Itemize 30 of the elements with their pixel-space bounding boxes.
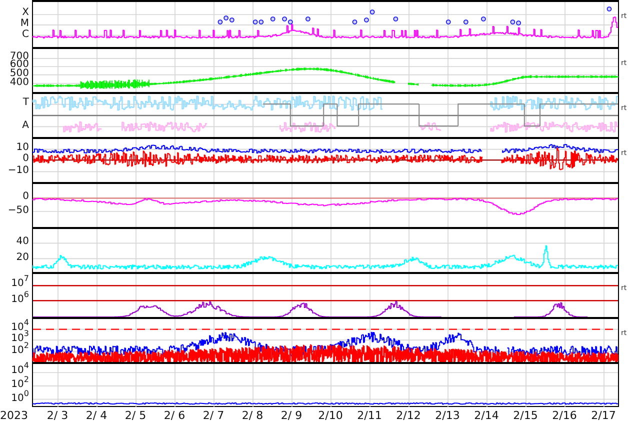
date-label: 2/14 (473, 409, 500, 422)
axis-label: 10 (16, 142, 29, 153)
date-label: 2/16 (551, 409, 578, 422)
axis-label: T (22, 98, 29, 108)
axis-label: A (22, 121, 29, 132)
axis-label: 40 (16, 236, 29, 247)
date-label: 2/12 (395, 409, 422, 422)
axis-label: 0 (22, 154, 29, 164)
date-label: 2/11 (356, 409, 383, 422)
axis-label: 400 (10, 78, 29, 88)
axis-label: 500 (10, 69, 29, 79)
year-label: 2023 (0, 409, 29, 422)
date-label: 2/ 3 (46, 409, 70, 422)
date-label: 2/ 5 (124, 409, 148, 422)
axis-label: 0 (22, 192, 29, 202)
date-label: 2/13 (434, 409, 461, 422)
date-label: 2/10 (317, 409, 344, 422)
date-label: 2/ 4 (84, 409, 108, 422)
axis-label: M (20, 18, 29, 29)
date-label: 2/ 6 (162, 409, 186, 422)
axis-label: −10 (8, 166, 29, 176)
date-label: 2/15 (512, 409, 539, 422)
axis-label: C (22, 30, 29, 40)
date-label: 2/ 8 (240, 409, 264, 422)
date-label: 2/ 9 (280, 409, 304, 422)
date-label: 2/ 7 (202, 409, 226, 422)
date-label: 2/17 (590, 409, 617, 422)
axis-label: 20 (16, 253, 29, 264)
axis-label: X (22, 8, 29, 18)
axis-label: −50 (8, 206, 29, 216)
